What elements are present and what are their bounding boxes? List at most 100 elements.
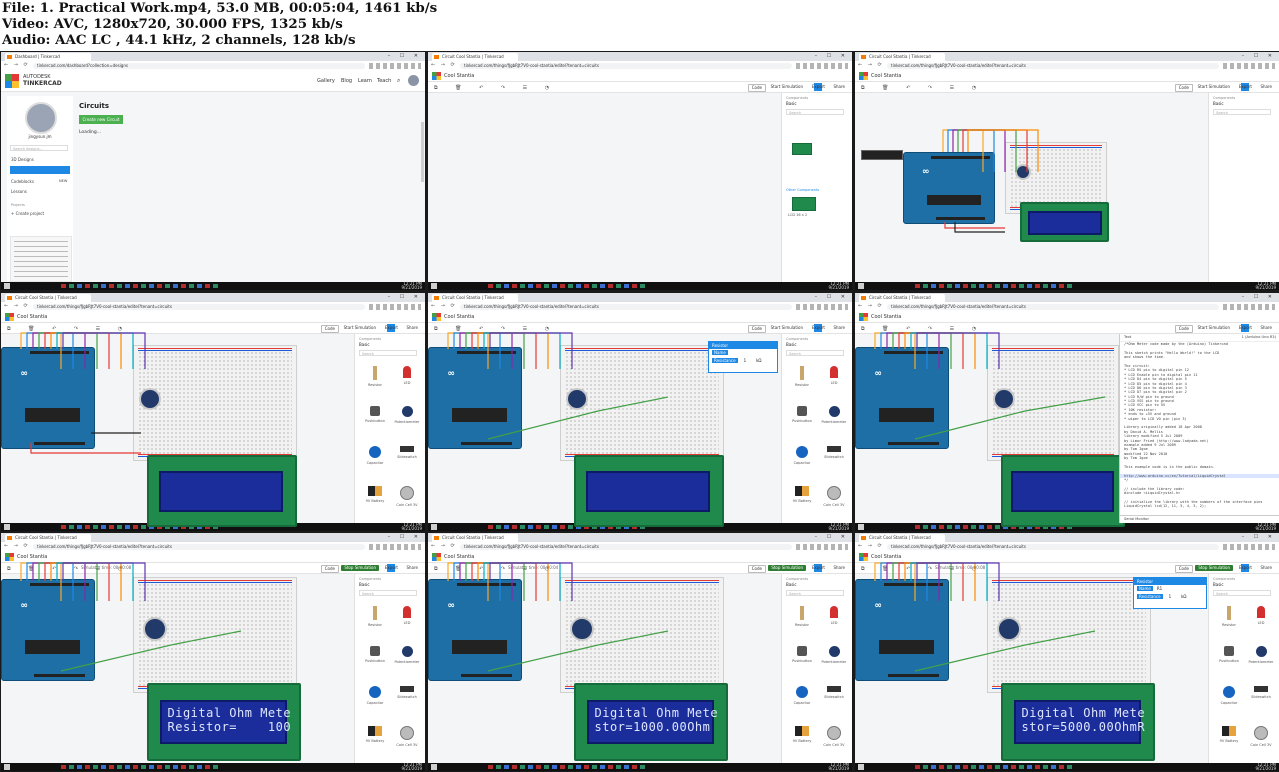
nav-buttons[interactable]: ← → ⟳ <box>431 62 457 68</box>
resistance-value[interactable]: 1 <box>1169 594 1172 599</box>
menu-lessons[interactable]: Lessons <box>11 189 27 194</box>
wire[interactable] <box>947 129 995 172</box>
thumb-circuit: Circuit Cool Stantia | Tinkercad – ☐ ✕ ← →… <box>428 52 852 290</box>
tool-icons[interactable]: ⧉ 🗑 ↶ ↷ ☰ ◔ <box>434 85 557 91</box>
dashboard-topbar: AUTODESK TINKERCAD Gallery Blog Learn Te… <box>1 71 425 92</box>
code-button[interactable]: Code <box>747 84 766 92</box>
wire[interactable] <box>962 129 1028 172</box>
wire[interactable] <box>880 562 928 601</box>
wire[interactable] <box>471 562 537 601</box>
url-field[interactable]: tinkercad.com/things/fJgbRJt7V0-cool-sta… <box>460 63 792 69</box>
components-dropdown[interactable]: Basic <box>786 101 797 106</box>
wire[interactable] <box>471 332 537 369</box>
tab-bar: Dashboard | Tinkercad – ☐ ✕ <box>1 52 425 61</box>
wire[interactable] <box>32 562 86 601</box>
wire[interactable] <box>38 332 98 369</box>
search-icon[interactable]: ⌕ <box>397 77 400 85</box>
extension-icons[interactable] <box>369 63 421 69</box>
wire[interactable] <box>38 562 98 601</box>
wire[interactable] <box>44 562 110 601</box>
lcd-component-thumb[interactable] <box>792 197 816 211</box>
activity-lines <box>14 241 68 277</box>
resistance-row[interactable]: Resistance 1 kΩ <box>709 357 777 365</box>
avatar[interactable] <box>408 75 419 86</box>
share-button[interactable]: Share <box>830 84 848 90</box>
tinkercad-logo-icon[interactable] <box>432 72 441 80</box>
resistance-unit[interactable]: kΩ <box>1181 594 1186 599</box>
editor-header: Cool Stantia <box>428 71 852 82</box>
wire[interactable] <box>914 630 1096 672</box>
wire[interactable] <box>892 332 952 369</box>
name-row[interactable]: Name R1 <box>1134 585 1206 593</box>
resistance-value[interactable]: 1 <box>744 358 747 363</box>
wire[interactable] <box>944 222 1005 229</box>
thumb-circuit: Circuit Cool Stantia | Tinkercad – ☐ ✕ ← →… <box>1 293 425 531</box>
design-title[interactable]: Cool Stantia <box>444 71 474 81</box>
resistance-row[interactable]: Resistance 1 kΩ <box>1134 593 1206 601</box>
wire[interactable] <box>898 332 964 369</box>
window-controls[interactable]: – ☐ ✕ <box>815 53 849 59</box>
wire[interactable] <box>880 332 928 369</box>
resistance-unit[interactable]: kΩ <box>756 358 761 363</box>
wire[interactable] <box>957 129 1017 172</box>
taskbar-apps[interactable] <box>488 284 648 288</box>
thumb-circuit: Circuit Cool Stantia | Tinkercad – ☐ ✕ ← →… <box>855 293 1279 531</box>
url-field[interactable]: tinkercad.com/dashboard?collection=desig… <box>33 63 365 69</box>
wire[interactable] <box>898 562 964 601</box>
wire[interactable] <box>465 562 525 601</box>
export-button[interactable]: Export <box>809 84 828 90</box>
start-icon[interactable] <box>4 283 10 289</box>
search-input[interactable]: Search <box>786 109 844 115</box>
wire[interactable] <box>886 332 940 369</box>
browser-tab[interactable]: Circuit Cool Stantia | Tinkercad <box>432 53 518 61</box>
nav-learn[interactable]: Learn <box>358 78 372 84</box>
extension-icons[interactable] <box>796 63 848 69</box>
wire[interactable] <box>886 562 940 601</box>
menu-codeblocks[interactable]: Codeblocks <box>11 179 34 184</box>
create-project-button[interactable]: + Create project <box>11 211 44 216</box>
favicon-icon <box>7 55 12 59</box>
name-value[interactable]: R1 <box>1157 586 1162 591</box>
search-designs[interactable]: Search designs... <box>10 145 68 151</box>
wire[interactable] <box>954 222 1005 233</box>
nav-teach[interactable]: Teach <box>377 78 391 84</box>
wire[interactable] <box>60 630 242 672</box>
wire[interactable] <box>914 396 1106 440</box>
wire[interactable] <box>26 332 74 369</box>
menu-3d-designs[interactable]: 3D Designs <box>11 157 34 162</box>
wire[interactable] <box>30 443 141 454</box>
start-icon[interactable] <box>431 283 437 289</box>
wire[interactable] <box>487 630 669 672</box>
nav-buttons[interactable]: ← → ⟳ <box>4 62 30 68</box>
nav-gallery[interactable]: Gallery <box>317 78 335 84</box>
file-info-header: File: 1. Practical Work.mp4, 53.0 MB, 00… <box>0 0 1279 50</box>
nav-blog[interactable]: Blog <box>341 78 352 84</box>
code-file-selector[interactable]: 1 (Arduino Uno R3) <box>1242 334 1276 341</box>
wire[interactable] <box>952 129 1006 172</box>
wire[interactable] <box>459 562 513 601</box>
window-controls[interactable]: – ☐ ✕ <box>388 53 422 59</box>
profile-avatar[interactable] <box>25 102 57 134</box>
components-label: Components <box>786 96 809 100</box>
wire[interactable] <box>465 332 525 369</box>
wire[interactable] <box>26 562 74 601</box>
scrollbar[interactable] <box>421 122 424 182</box>
browser-tab[interactable]: Dashboard | Tinkercad <box>5 53 91 61</box>
wire[interactable] <box>453 562 501 601</box>
code-editor[interactable]: Text 1 (Arduino Uno R3)/*Ohm Meter code m… <box>1119 334 1279 523</box>
lcd-component-thumb[interactable] <box>792 143 812 155</box>
wire[interactable] <box>32 332 86 369</box>
taskbar-apps[interactable] <box>61 284 221 288</box>
wire[interactable] <box>44 332 110 369</box>
serial-monitor-button[interactable]: Serial Monitor <box>1120 515 1279 523</box>
wire[interactable] <box>487 396 669 440</box>
create-circuit-button[interactable]: Create new Circuit <box>79 115 123 124</box>
other-components[interactable]: Other Components <box>786 188 819 192</box>
wire[interactable] <box>459 332 513 369</box>
wire[interactable] <box>453 332 501 369</box>
menu-circuits[interactable]: Circuits <box>10 166 70 182</box>
start-simulation-button[interactable]: Start Simulation <box>767 84 806 90</box>
wire[interactable] <box>892 562 952 601</box>
tinkercad-logo-icon[interactable] <box>5 74 19 88</box>
dashboard-sidebar: jingysun.jm Search designs... 3D Designs… <box>7 96 73 282</box>
